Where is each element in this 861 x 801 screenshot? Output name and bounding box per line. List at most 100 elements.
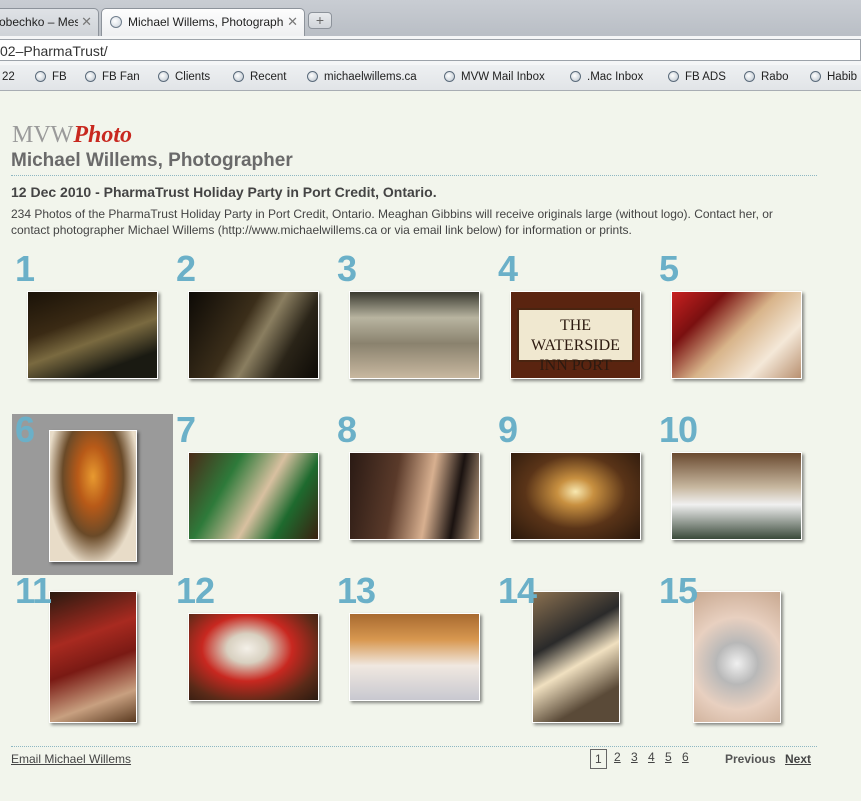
previous-link[interactable]: Previous [725, 752, 776, 766]
bookmark-label: MVW Mail Inbox [461, 71, 545, 83]
bookmark-label: michaelwillems.ca [324, 71, 417, 83]
globe-icon [110, 16, 122, 28]
bookmark-label: FB [52, 71, 67, 83]
page-link[interactable]: 5 [665, 750, 672, 764]
hotel-entrance-photo[interactable] [349, 291, 480, 379]
divider [11, 175, 817, 176]
globe-icon [668, 71, 679, 82]
bookmark-item[interactable]: FB Fan [85, 65, 140, 90]
guests-photo[interactable] [349, 452, 480, 540]
thumbnail-cell[interactable]: 13 [334, 570, 495, 736]
thumbnail-cell[interactable]: 10 [656, 409, 817, 575]
thumbnail-cell[interactable]: 11 [12, 570, 173, 736]
globe-icon [35, 71, 46, 82]
bookmark-item[interactable]: 22 [2, 65, 15, 90]
gallery-heading: 12 Dec 2010 - PharmaTrust Holiday Party … [11, 184, 437, 200]
bookmark-item[interactable]: Rabo [744, 65, 789, 90]
bookmark-label: 22 [2, 71, 15, 83]
ornaments-photo[interactable] [693, 591, 781, 723]
logo-photo: Photo [73, 122, 133, 148]
next-link[interactable]: Next [785, 752, 811, 766]
thumbnail-number: 13 [337, 570, 376, 611]
flower-arrangement-photo[interactable] [49, 430, 137, 562]
globe-icon [307, 71, 318, 82]
santa-photo[interactable] [188, 613, 319, 701]
divider [11, 746, 817, 747]
thumbnail-number: 4 [498, 248, 518, 289]
url-input[interactable]: 02–PharmaTrust/ [0, 39, 861, 61]
server-champagne-photo[interactable] [532, 591, 620, 723]
thumbnail-cell[interactable]: THE WATERSIDE INN PORT CREDIT 4 [495, 248, 656, 414]
globe-icon [158, 71, 169, 82]
tab-title: Michael Willems, Photograph [128, 15, 284, 29]
bookmark-label: Recent [250, 71, 287, 83]
bookmark-item[interactable]: FB ADS [668, 65, 726, 90]
thumbnail-cell[interactable]: 14 [495, 570, 656, 736]
email-link[interactable]: Email Michael Willems [11, 752, 131, 766]
thumbnail-cell[interactable]: 9 [495, 409, 656, 575]
sign-photo[interactable]: THE WATERSIDE INN PORT CREDIT [510, 291, 641, 379]
bookmark-label: Rabo [761, 71, 789, 83]
globe-icon [233, 71, 244, 82]
globe-icon [85, 71, 96, 82]
site-title: Michael Willems, Photographer [11, 150, 293, 171]
globe-icon [810, 71, 821, 82]
thumbnail-cell[interactable]: 12 [173, 570, 334, 736]
banquet-tables-photo[interactable] [671, 452, 802, 540]
thumbnail-number: 8 [337, 409, 357, 450]
thumbnail-number: 15 [659, 570, 698, 611]
thumbnail-number: 9 [498, 409, 518, 450]
bookmark-item[interactable]: michaelwillems.ca [307, 65, 417, 90]
bookmark-item[interactable]: MVW Mail Inbox [444, 65, 545, 90]
thumbnail-number: 1 [15, 248, 35, 289]
close-icon[interactable]: ✕ [287, 9, 298, 35]
candles-photo[interactable] [510, 452, 641, 540]
thumbnail-cell[interactable]: 6 [12, 409, 173, 575]
thumbnail-cell[interactable]: 5 [656, 248, 817, 414]
thumbnail-cell[interactable]: 7 [173, 409, 334, 575]
buffet-photo[interactable] [349, 613, 480, 701]
thumbnail-number: 11 [15, 570, 52, 611]
thumbnail-cell[interactable]: 8 [334, 409, 495, 575]
building-night-photo[interactable] [188, 291, 319, 379]
logo-mvw: MVW [12, 122, 74, 148]
flowers-lobby-photo[interactable] [671, 291, 802, 379]
page-link[interactable]: 3 [631, 750, 638, 764]
page-link-current[interactable]: 1 [590, 749, 607, 769]
browser-tab[interactable]: obechko – Mes ✕ [0, 8, 99, 36]
thumbnail-number: 10 [659, 409, 698, 450]
thumbnail-number: 6 [15, 409, 35, 450]
sign-text: THE WATERSIDE INN PORT CREDIT [517, 308, 634, 378]
thumbnail-number: 3 [337, 248, 357, 289]
bookmark-item[interactable]: Recent [233, 65, 286, 90]
bookmark-item[interactable]: Clients [158, 65, 210, 90]
building-night-photo[interactable] [27, 291, 158, 379]
browser-tab-active[interactable]: Michael Willems, Photograph ✕ [101, 8, 305, 37]
thumbnail-cell[interactable]: 1 [12, 248, 173, 414]
thumbnail-number: 2 [176, 248, 196, 289]
page-link[interactable]: 6 [682, 750, 689, 764]
pagination: 1 2 3 4 5 6 [590, 749, 700, 770]
thumbnail-cell[interactable]: 3 [334, 248, 495, 414]
bookmark-label: Clients [175, 71, 211, 83]
site-logo[interactable]: MVWPhoto [12, 121, 132, 149]
thumbnail-cell[interactable]: 15 [656, 570, 817, 736]
santa-chair-photo[interactable] [49, 591, 137, 723]
close-icon[interactable]: ✕ [81, 9, 92, 35]
new-tab-button[interactable]: + [308, 12, 332, 29]
thumbnail-number: 5 [659, 248, 679, 289]
bookmark-label: Habib [827, 71, 858, 83]
page-link[interactable]: 2 [614, 750, 621, 764]
elves-photo[interactable] [188, 452, 319, 540]
bookmark-item[interactable]: .Mac Inbox [570, 65, 643, 90]
globe-icon [444, 71, 455, 82]
thumbnail-cell[interactable]: 2 [173, 248, 334, 414]
bookmark-item[interactable]: Habib [810, 65, 857, 90]
page-link[interactable]: 4 [648, 750, 655, 764]
thumbnail-number: 7 [176, 409, 196, 450]
bookmarks-bar: 22 FB FB Fan Clients Recent michaelwille… [0, 65, 861, 91]
bookmark-item[interactable]: FB [35, 65, 67, 90]
globe-icon [570, 71, 581, 82]
tab-title: obechko – Mes [0, 15, 78, 29]
thumbnail-number: 12 [176, 570, 215, 611]
